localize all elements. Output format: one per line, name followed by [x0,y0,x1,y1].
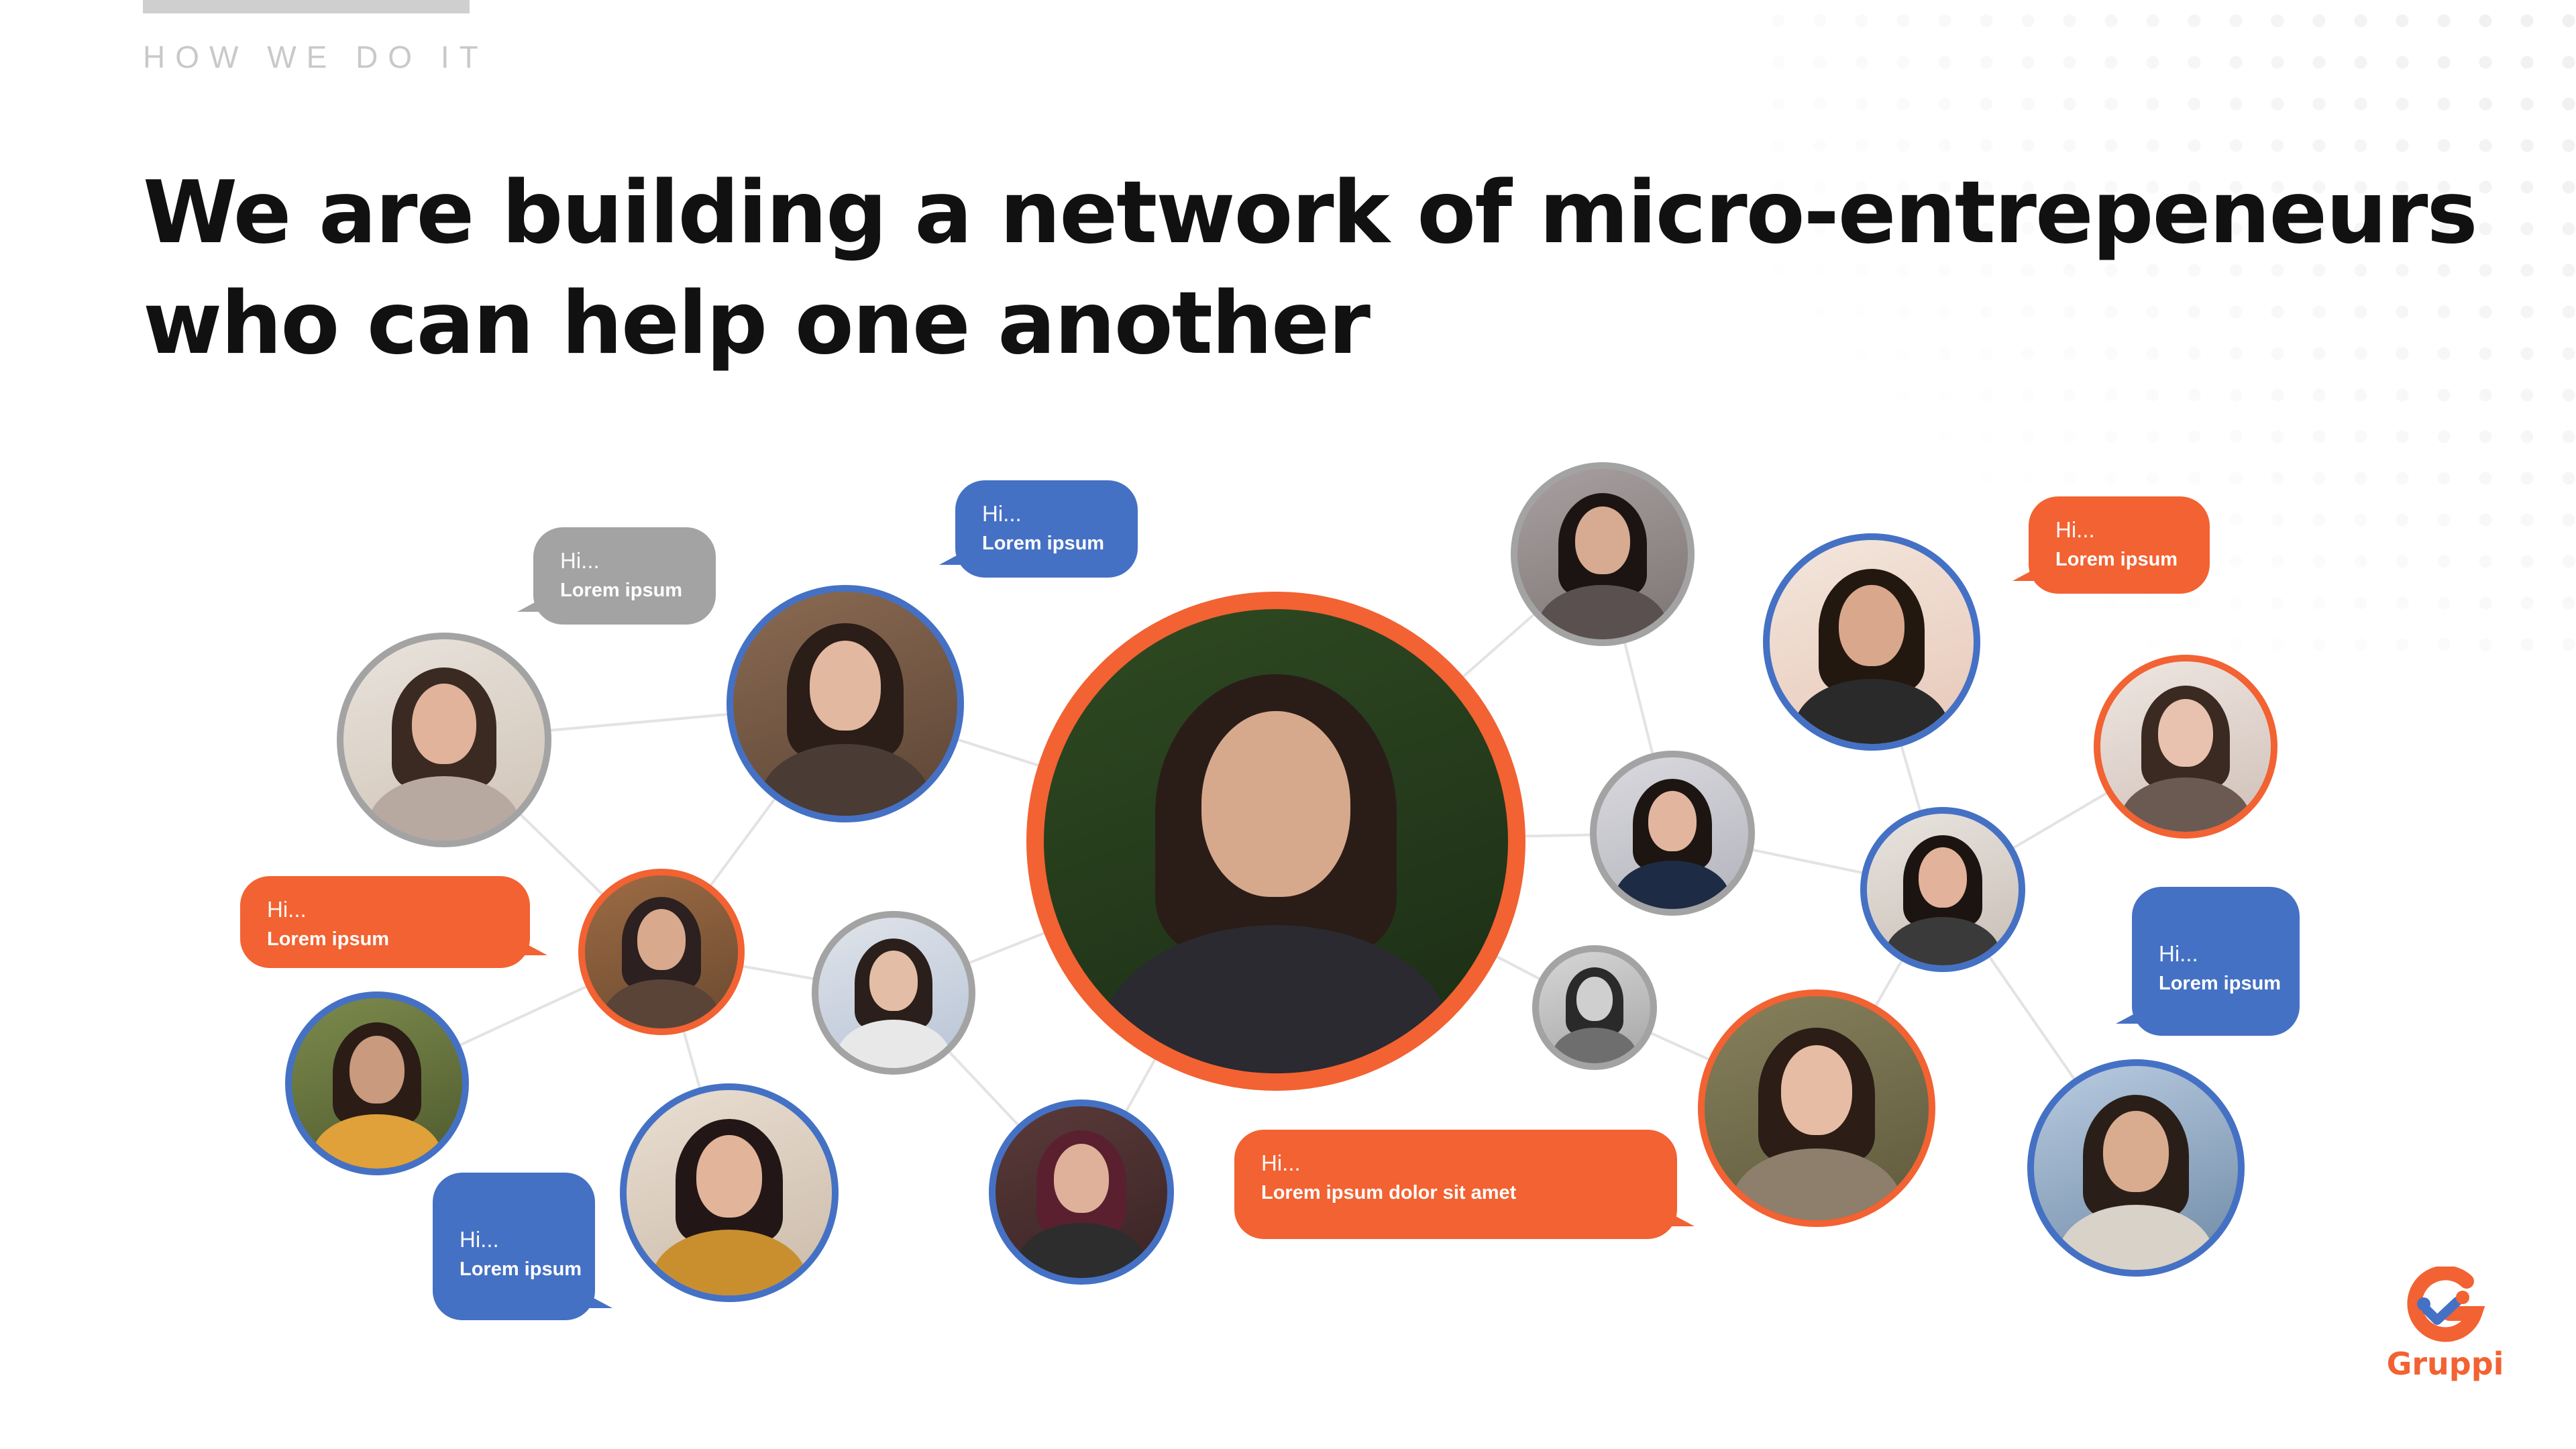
profile-photo-placeholder [1517,469,1688,639]
profile-photo-placeholder [343,639,545,841]
profile-photo-11 [2094,655,2277,839]
bubble-message: Lorem ipsum [2159,973,2282,994]
face-shape [1054,1144,1109,1213]
face-shape [1575,506,1630,575]
profile-photo-6 [620,1083,839,1302]
bubble-blue-3: Hi... Lorem ipsum [2116,887,2300,1036]
profile-photo-placeholder [627,1090,832,1295]
profile-photo-placeholder [1539,952,1650,1063]
bubble-tail [517,592,555,612]
profile-photo-placeholder [2100,661,2271,832]
profile-photo-placeholder [733,592,957,816]
bubble-message: Lorem ipsum [560,580,683,601]
face-shape [1201,711,1350,898]
shoulders-shape [1016,1223,1147,1278]
shoulders-shape [603,979,720,1028]
shoulders-shape [1538,584,1668,639]
bubble-greeting: Hi... [1261,1150,1301,1175]
bubble-orange-1: Hi... Lorem ipsum [240,876,547,968]
face-shape [350,1035,405,1104]
face-shape [1918,847,1968,908]
profile-photo-center [1026,592,1525,1091]
profile-photo-placeholder [585,875,738,1028]
bubble-message: Lorem ipsum [460,1258,582,1280]
face-shape [1780,1045,1853,1136]
shoulders-shape [368,776,521,841]
profile-photo-2 [727,585,964,822]
bubble-blue-2: Hi... Lorem ipsum [433,1173,612,1320]
bubble-orange-2: Hi... Lorem ipsum [2012,496,2210,594]
profile-photo-1 [337,633,551,847]
profile-photo-placeholder [1770,540,1974,744]
slide: HOW WE DO IT We are building a network o… [0,0,2576,1449]
profile-photo-14 [1532,945,1657,1070]
profile-photo-16 [2027,1059,2245,1277]
profile-photo-placeholder [1597,757,1748,909]
face-shape [637,909,686,971]
gruppi-logo-text: Gruppi [2386,1346,2504,1382]
profile-photo-3 [578,869,745,1035]
face-shape [2103,1110,2169,1193]
profile-photo-13 [1698,989,1935,1227]
face-shape [1648,790,1697,852]
bubble-blue-1: Hi... Lorem ipsum [939,480,1138,578]
profile-photo-placeholder [2034,1066,2238,1270]
shoulders-shape [1885,916,2000,965]
bubble-orange-center: Hi... Lorem ipsum dolor sit amet [1234,1130,1695,1239]
profile-photo-12 [1860,807,2025,972]
bubble-tail [575,1288,612,1308]
profile-photo-placeholder [292,998,462,1169]
profile-photo-placeholder [1705,996,1929,1220]
face-shape [412,684,476,764]
profile-photo-4 [812,911,975,1075]
profile-photo-7 [989,1099,1174,1285]
bubble-greeting: Hi... [460,1227,499,1252]
gruppi-logo-icon [2407,1267,2485,1342]
bubble-tail [2116,1004,2153,1024]
network-diagram: Hi... Lorem ipsum Hi... Lorem ipsum Hi... Lor… [0,0,2576,1449]
bubble-greeting: Hi... [267,897,307,922]
bubble-message: Lorem ipsum [982,533,1105,554]
shoulders-shape [312,1114,442,1169]
face-shape [869,951,918,1011]
profile-photo-placeholder [1044,609,1508,1073]
bubble-message: Lorem ipsum [2055,549,2178,570]
shoulders-shape [2121,777,2251,832]
bubble-greeting: Hi... [2055,517,2095,542]
bubble-greeting: Hi... [2159,941,2198,966]
bubble-message: Lorem ipsum dolor sit amet [1261,1182,1517,1203]
shoulders-shape [1099,924,1452,1073]
shoulders-shape [760,744,930,816]
profile-photo-placeholder [818,918,969,1068]
face-shape [696,1135,762,1218]
shoulders-shape [1615,860,1730,909]
profile-photo-8 [1511,462,1695,646]
shoulders-shape [651,1230,808,1295]
face-shape [2158,698,2213,767]
bubble-greeting: Hi... [560,548,600,573]
shoulders-shape [2058,1204,2214,1270]
profile-photo-placeholder [1867,814,2019,965]
profile-photo-placeholder [996,1106,1167,1278]
bubble-message: Lorem ipsum [267,928,390,950]
profile-photo-5 [285,991,469,1175]
shoulders-shape [1794,678,1949,744]
bubble-tail [510,935,547,955]
face-shape [809,641,881,731]
bubble-gray-1: Hi... Lorem ipsum [517,527,716,625]
bubble-tail [1657,1206,1695,1226]
bubble-tail [2012,561,2050,581]
shoulders-shape [1731,1148,1902,1220]
shoulders-shape [836,1020,951,1068]
bubble-greeting: Hi... [982,501,1022,526]
gruppi-logo: Gruppi [2385,1267,2506,1387]
profile-photo-10 [1763,533,1980,751]
profile-photo-9 [1590,751,1755,916]
face-shape [1576,976,1613,1021]
face-shape [1839,584,1904,667]
bubble-tail [939,545,977,565]
